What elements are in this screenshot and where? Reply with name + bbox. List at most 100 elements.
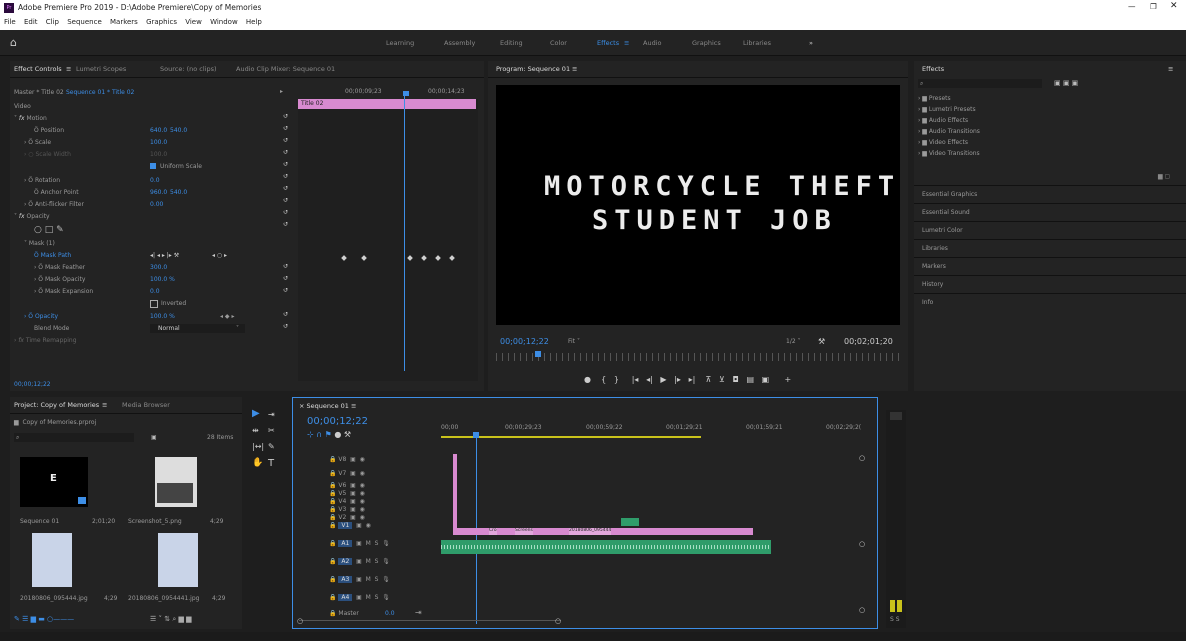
new-bin-icon[interactable]: ▆ ▢ <box>1158 173 1170 180</box>
reset-icon[interactable]: ↺ <box>283 287 288 294</box>
vr-icon[interactable]: ▣ <box>762 375 770 384</box>
track-area[interactable]: Cro Screens 20180806_095444 ○ ○ ○ <box>441 454 871 614</box>
effects-filter-icons[interactable]: ▣ ▣ ▣ <box>1054 79 1078 87</box>
anchor-y[interactable]: 540.0 <box>170 189 187 196</box>
reset-icon[interactable]: ↺ <box>283 173 288 180</box>
work-area-bar[interactable] <box>441 436 701 438</box>
track-v6[interactable]: 🔒 V6 ▣ ◉ <box>329 482 365 489</box>
mask-path-keyframe-nav[interactable]: ◂ ○ ▸ <box>212 252 227 259</box>
menu-sequence[interactable]: Sequence <box>67 18 102 26</box>
track-v7[interactable]: 🔒 V7 ▣ ◉ <box>329 470 365 477</box>
track-v3[interactable]: 🔒 V3 ▣ ◉ <box>329 506 365 513</box>
menu-window[interactable]: Window <box>210 18 238 26</box>
extract-icon[interactable]: ⊻ <box>719 375 725 384</box>
project-footer-actions[interactable]: ☰ ˅ ⇅ ⌕ ▆ ▆ <box>150 615 191 624</box>
reset-icon[interactable]: ↺ <box>283 113 288 120</box>
ws-assembly[interactable]: Assembly <box>444 39 475 47</box>
project-search-input[interactable]: ⌕ <box>14 433 134 442</box>
reset-icon[interactable]: ↺ <box>283 185 288 192</box>
play-icon[interactable]: ▶ <box>660 375 666 384</box>
step-forward-icon[interactable]: |▸ <box>674 375 681 384</box>
scale-value[interactable]: 100.0 <box>150 139 167 146</box>
program-video-frame[interactable]: MOTORCYCLE THEFT STUDENT JOB <box>496 85 900 325</box>
program-time-ruler[interactable] <box>496 353 900 361</box>
mask-feather-value[interactable]: 300.0 <box>150 264 167 271</box>
keyframe-diamond[interactable] <box>449 255 455 261</box>
restore-icon[interactable]: ❐ <box>1150 2 1157 11</box>
scroll-handle-icon[interactable]: ○ <box>859 540 865 548</box>
ripple-edit-icon[interactable]: ⇹ <box>252 426 259 435</box>
opacity-value[interactable]: 100.0 % <box>150 313 175 320</box>
timeline-ruler[interactable]: 00;00 00;00;29;23 00;00;59;22 00;01;29;2… <box>441 422 871 440</box>
opacity-fx[interactable]: ˅ fx Opacity <box>14 213 50 220</box>
keyframe-diamond[interactable] <box>407 255 413 261</box>
uniform-scale-checkbox[interactable] <box>150 163 156 169</box>
timeline-tool-icons[interactable]: ⊹ ∩ ⚑ ● ⚒ <box>307 430 351 439</box>
export-frame-icon[interactable]: ◘ <box>732 375 738 384</box>
tab-sequence[interactable]: × Sequence 01 ≡ <box>299 402 356 410</box>
clip-label[interactable]: Screens <box>515 528 533 535</box>
scroll-handle-icon[interactable]: ○ <box>859 606 865 614</box>
razor-icon[interactable]: ✂ <box>268 426 275 435</box>
comparison-icon[interactable]: ▤ <box>746 375 754 384</box>
ws-more[interactable]: » <box>809 39 813 47</box>
pen-icon[interactable]: ✎ <box>268 442 275 451</box>
panel-essential-graphics[interactable]: Essential Graphics <box>922 191 977 198</box>
reset-icon[interactable]: ↺ <box>283 209 288 216</box>
track-v2[interactable]: 🔒 V2 ▣ ◉ <box>329 514 365 521</box>
menu-markers[interactable]: Markers <box>110 18 138 26</box>
thumb-photo-2[interactable] <box>158 533 198 587</box>
clip-v2-green[interactable] <box>621 518 639 526</box>
reset-icon[interactable]: ↺ <box>283 221 288 228</box>
type-tool-icon[interactable]: T <box>268 458 274 469</box>
stacked-title-clips[interactable] <box>453 454 457 534</box>
track-a1[interactable]: 🔒 A1 ▣ M S 🎙 <box>329 540 390 547</box>
reset-icon[interactable]: ↺ <box>283 161 288 168</box>
keyframe-area[interactable]: Title 02 <box>298 91 478 381</box>
selection-tool-icon[interactable]: ▶ <box>252 408 260 419</box>
new-bin-icon[interactable]: ▣ <box>151 434 157 441</box>
panel-history[interactable]: History <box>922 281 943 288</box>
menu-graphics[interactable]: Graphics <box>146 18 177 26</box>
ec-timecode[interactable]: 00;00;12;22 <box>14 381 51 388</box>
reset-icon[interactable]: ↺ <box>283 125 288 132</box>
timeline-timecode[interactable]: 00;00;12;22 <box>307 416 368 427</box>
go-to-out-icon[interactable]: ▸| <box>689 375 696 384</box>
program-menu-icon[interactable]: ≡ <box>572 65 577 73</box>
panel-markers[interactable]: Markers <box>922 263 946 270</box>
ws-audio[interactable]: Audio <box>643 39 661 47</box>
effects-menu-icon[interactable]: ≡ <box>1168 65 1173 73</box>
track-a2[interactable]: 🔒 A2 ▣ M S 🎙 <box>329 558 390 565</box>
thumb-screenshot[interactable] <box>155 457 197 507</box>
home-icon[interactable]: ⌂ <box>10 36 17 49</box>
reset-icon[interactable]: ↺ <box>283 197 288 204</box>
reset-icon[interactable]: ↺ <box>283 263 288 270</box>
close-icon[interactable]: ✕ <box>1170 1 1178 11</box>
position-x[interactable]: 640.0 <box>150 127 167 134</box>
inverted-checkbox[interactable] <box>150 300 158 308</box>
keyframe-diamond[interactable] <box>421 255 427 261</box>
reset-icon[interactable]: ↺ <box>283 275 288 282</box>
panel-libraries[interactable]: Libraries <box>922 245 948 252</box>
tree-item-audio-effects[interactable]: › ▆ Audio Effects <box>918 117 968 124</box>
tab-lumetri-scopes[interactable]: Lumetri Scopes <box>76 65 126 73</box>
tab-media-browser[interactable]: Media Browser <box>122 401 170 409</box>
tab-project[interactable]: Project: Copy of Memories <box>14 401 99 409</box>
keyframe-diamond[interactable] <box>435 255 441 261</box>
program-playhead[interactable] <box>535 351 541 357</box>
panel-info[interactable]: Info <box>922 299 933 306</box>
lift-icon[interactable]: ⊼ <box>705 375 711 384</box>
scroll-handle-icon[interactable]: ○ <box>555 617 561 625</box>
ws-learning[interactable]: Learning <box>386 39 414 47</box>
track-v8[interactable]: 🔒 V8 ▣ ◉ <box>329 456 365 463</box>
hand-icon[interactable]: ✋ <box>252 458 263 468</box>
mark-out-icon[interactable]: } <box>614 375 619 384</box>
menu-help[interactable]: Help <box>246 18 262 26</box>
menu-clip[interactable]: Clip <box>46 18 59 26</box>
track-v1[interactable]: 🔒 V1 ▣ ◉ <box>329 522 371 529</box>
reset-icon[interactable]: ↺ <box>283 323 288 330</box>
reset-icon[interactable]: ↺ <box>283 137 288 144</box>
mask-path-track-buttons[interactable]: ◂| ◂ ▸ |▸ ⚒ <box>150 252 179 259</box>
tree-item-video-effects[interactable]: › ▆ Video Effects <box>918 139 968 146</box>
tree-item-lumetri[interactable]: › ▆ Lumetri Presets <box>918 106 976 113</box>
